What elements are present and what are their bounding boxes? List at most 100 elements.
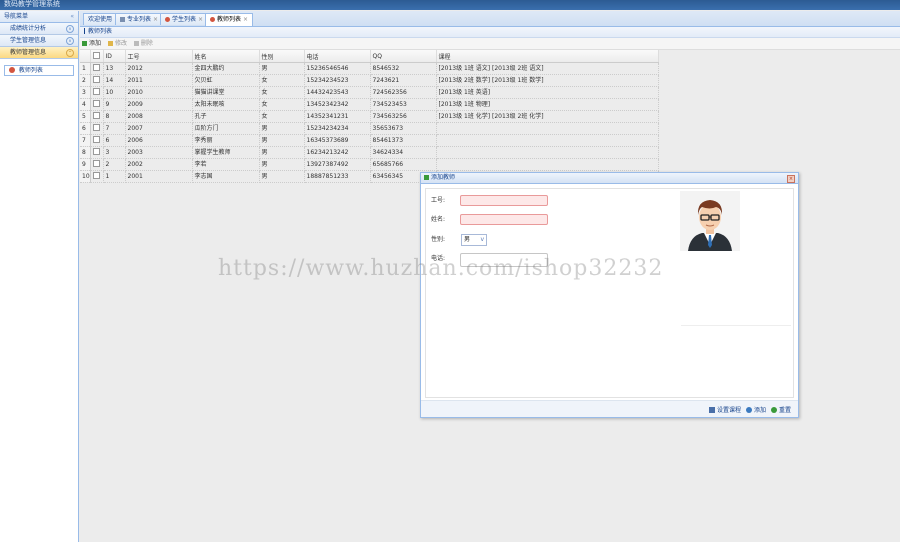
table-row[interactable]: 7 6 2006 李秀丽男 16345373689 85461373 bbox=[80, 134, 659, 147]
cell-id: 7 bbox=[103, 122, 126, 135]
dialog-add-label: 添加 bbox=[754, 407, 767, 414]
header-qq[interactable]: QQ bbox=[370, 50, 437, 63]
chevron-up-icon[interactable]: ^ bbox=[66, 49, 74, 57]
table-row[interactable]: 8 3 2003 掌握学生教师男 16234213242 34624334 bbox=[80, 146, 659, 159]
table-row[interactable]: 3 10 2010 猫猫讲课堂女 14432423543 724562356 [2013级 … bbox=[80, 86, 659, 99]
row-select-cell[interactable] bbox=[90, 134, 104, 147]
table-header-row: ID 工号 姓名 性别 电话 QQ 课程 bbox=[80, 50, 659, 63]
cell-phone: 13927387492 bbox=[304, 158, 371, 171]
row-select-cell[interactable] bbox=[90, 122, 104, 135]
cell-no: 2009 bbox=[125, 98, 193, 111]
table-row[interactable]: 1 13 2012 金四大鹏约男 15236546546 8546532 [2013级 1班… bbox=[80, 62, 659, 75]
delete-button[interactable]: 删除 bbox=[133, 38, 153, 49]
tab-welcome[interactable]: 欢迎使用 bbox=[83, 13, 118, 25]
close-tab-icon[interactable]: × bbox=[243, 16, 248, 23]
cell-phone: 15236546546 bbox=[304, 62, 371, 75]
cell-sex: 女 bbox=[259, 86, 305, 99]
row-checkbox[interactable] bbox=[92, 76, 100, 83]
sidebar-item-teacher-list[interactable]: 教师列表 bbox=[4, 65, 74, 76]
sidebar-section-teacher-info[interactable]: 教师管理信息 ^ bbox=[0, 47, 78, 59]
header-phone[interactable]: 电话 bbox=[304, 50, 371, 63]
table-row[interactable]: 4 9 2009 太阳未眠咳女 13452342342 734523453 [2013级 1… bbox=[80, 98, 659, 111]
header-rownum bbox=[80, 50, 91, 63]
close-icon[interactable]: × bbox=[787, 175, 795, 183]
cell-no: 2012 bbox=[125, 62, 193, 75]
tab-major-list[interactable]: 专业列表 × bbox=[115, 13, 164, 25]
cell-qq: 34624334 bbox=[370, 146, 437, 159]
dialog-footer: 设置课程 添加 重置 bbox=[421, 400, 798, 417]
dialog-add-button[interactable]: 添加 bbox=[746, 405, 766, 414]
add-label: 添加 bbox=[89, 40, 102, 47]
row-number: 6 bbox=[80, 122, 91, 135]
header-name[interactable]: 姓名 bbox=[192, 50, 260, 63]
refresh-icon bbox=[771, 407, 777, 413]
sidebar-section-label: 教师管理信息 bbox=[10, 49, 47, 56]
row-checkbox[interactable] bbox=[92, 112, 100, 119]
sidebar-section-student-info[interactable]: 学生管理信息 v bbox=[0, 35, 78, 47]
reset-button[interactable]: 重置 bbox=[771, 405, 791, 414]
cell-phone: 16345373689 bbox=[304, 134, 371, 147]
sidebar-section-score-analysis[interactable]: 成绩统计分析 v bbox=[0, 23, 78, 35]
row-checkbox[interactable] bbox=[92, 64, 100, 71]
collapse-sidebar-icon[interactable]: « bbox=[70, 11, 74, 22]
row-checkbox[interactable] bbox=[92, 100, 100, 107]
row-checkbox[interactable] bbox=[92, 88, 100, 95]
tab-student-list[interactable]: 学生列表 × bbox=[160, 13, 209, 25]
cell-id: 1 bbox=[103, 170, 126, 183]
table-row[interactable]: 5 8 2008 孔子女 14352341231 734563256 [2013级 1班 化… bbox=[80, 110, 659, 123]
cell-sex: 男 bbox=[259, 158, 305, 171]
chevron-down-icon[interactable]: v bbox=[66, 37, 74, 45]
cell-sex: 男 bbox=[259, 146, 305, 159]
close-tab-icon[interactable]: × bbox=[198, 16, 203, 23]
cell-phone: 18887851233 bbox=[304, 170, 371, 183]
header-sex[interactable]: 性别 bbox=[259, 50, 305, 63]
edit-button[interactable]: 修改 bbox=[107, 38, 127, 49]
cell-sex: 女 bbox=[259, 110, 305, 123]
sidebar: 导航菜单 « 成绩统计分析 v 学生管理信息 v 教师管理信息 ^ 教师列表 bbox=[0, 11, 79, 542]
cell-course bbox=[436, 158, 659, 171]
set-course-button[interactable]: 设置课程 bbox=[709, 405, 741, 414]
select-all-checkbox[interactable] bbox=[92, 52, 100, 59]
phone-input[interactable] bbox=[460, 253, 548, 267]
tab-teacher-list[interactable]: 教师列表 × bbox=[205, 13, 254, 26]
row-select-cell[interactable] bbox=[90, 98, 104, 111]
close-tab-icon[interactable]: × bbox=[153, 16, 158, 23]
row-select-cell[interactable] bbox=[90, 86, 104, 99]
field-row-name: 姓名: bbox=[431, 214, 548, 226]
table-row[interactable]: 2 14 2011 欠贝虹女 15234234523 7243621 [2013级 2班 数… bbox=[80, 74, 659, 87]
row-select-cell[interactable] bbox=[90, 170, 104, 183]
table-row[interactable]: 6 7 2007 瓜阶方门男 15234234234 35653673 bbox=[80, 122, 659, 135]
row-checkbox[interactable] bbox=[92, 160, 100, 167]
row-select-cell[interactable] bbox=[90, 74, 104, 87]
no-input[interactable] bbox=[460, 195, 548, 206]
name-input[interactable] bbox=[460, 214, 548, 225]
row-select-cell[interactable] bbox=[90, 62, 104, 75]
header-id[interactable]: ID bbox=[103, 50, 126, 63]
chevron-down-icon[interactable]: v bbox=[480, 235, 484, 245]
row-checkbox[interactable] bbox=[92, 148, 100, 155]
cell-name: 欠贝虹 bbox=[192, 74, 260, 87]
row-select-cell[interactable] bbox=[90, 146, 104, 159]
table-row[interactable]: 9 2 2002 李若男 13927387492 65685766 bbox=[80, 158, 659, 171]
field-row-phone: 电话: bbox=[431, 253, 548, 267]
cell-id: 10 bbox=[103, 86, 126, 99]
cell-phone: 15234234523 bbox=[304, 74, 371, 87]
header-select-all[interactable] bbox=[90, 50, 104, 63]
row-checkbox[interactable] bbox=[92, 136, 100, 143]
cell-name: 瓜阶方门 bbox=[192, 122, 260, 135]
header-no[interactable]: 工号 bbox=[125, 50, 193, 63]
cell-name: 李志国 bbox=[192, 170, 260, 183]
row-checkbox[interactable] bbox=[92, 172, 100, 179]
sex-select[interactable]: 男 v bbox=[461, 234, 487, 246]
cell-phone: 13452342342 bbox=[304, 98, 371, 111]
sidebar-header: 导航菜单 « bbox=[0, 11, 78, 23]
row-select-cell[interactable] bbox=[90, 110, 104, 123]
chevron-down-icon[interactable]: v bbox=[66, 25, 74, 33]
header-course[interactable]: 课程 bbox=[436, 50, 659, 63]
row-select-cell[interactable] bbox=[90, 158, 104, 171]
row-checkbox[interactable] bbox=[92, 124, 100, 131]
cell-sex: 男 bbox=[259, 62, 305, 75]
cell-name: 太阳未眠咳 bbox=[192, 98, 260, 111]
cell-qq: 65685766 bbox=[370, 158, 437, 171]
add-button[interactable]: 添加 bbox=[82, 38, 101, 49]
